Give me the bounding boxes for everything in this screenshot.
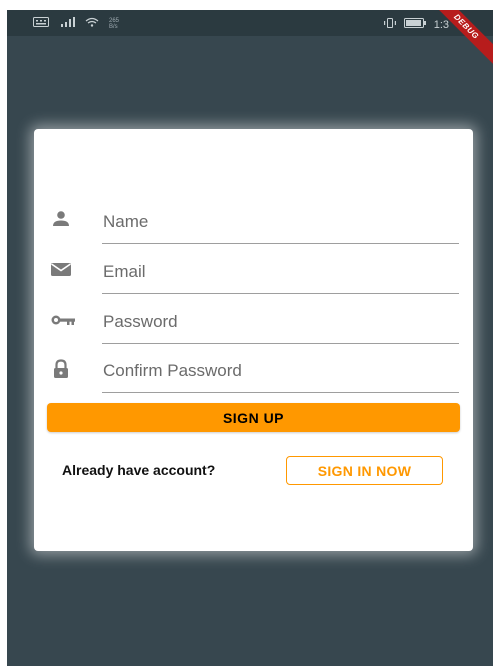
key-icon [50, 309, 75, 331]
password-field[interactable]: Password [34, 305, 473, 355]
password-placeholder: Password [103, 312, 178, 331]
confirm-password-placeholder: Confirm Password [103, 361, 242, 380]
battery-icon [403, 18, 426, 31]
already-have-account-text: Already have account? [62, 462, 216, 478]
network-speed-unit: B/s [109, 23, 118, 30]
name-underline [102, 243, 459, 244]
status-bar-left: 265 B/s [33, 17, 119, 30]
name-placeholder: Name [103, 212, 149, 231]
email-underline [102, 293, 459, 294]
signal-icon [59, 17, 75, 30]
wifi-icon [85, 17, 99, 30]
sign-up-button[interactable]: SIGN UP [47, 403, 460, 432]
keyboard-icon [33, 17, 49, 30]
confirm-password-underline [102, 392, 459, 393]
mail-icon [50, 259, 72, 281]
signup-card: Name Email Password Confirm Password SIG… [34, 129, 473, 551]
lock-icon [50, 358, 72, 380]
email-field[interactable]: Email [34, 255, 473, 305]
network-speed: 265 B/s [109, 18, 119, 30]
status-bar: 265 B/s 1:3 DEBUG [7, 10, 493, 71]
confirm-password-field[interactable]: Confirm Password [34, 354, 473, 404]
person-icon [50, 209, 72, 231]
name-field[interactable]: Name [34, 205, 473, 255]
email-placeholder: Email [103, 262, 146, 281]
password-underline [102, 343, 459, 344]
app-screen: 265 B/s 1:3 DEBUG Name Email Password Co… [7, 10, 493, 666]
sign-in-now-button[interactable]: SIGN IN NOW [286, 456, 443, 485]
vibrate-icon [383, 18, 396, 31]
clock: 1:3 [433, 18, 449, 31]
status-bar-right: 1:3 [383, 18, 449, 31]
